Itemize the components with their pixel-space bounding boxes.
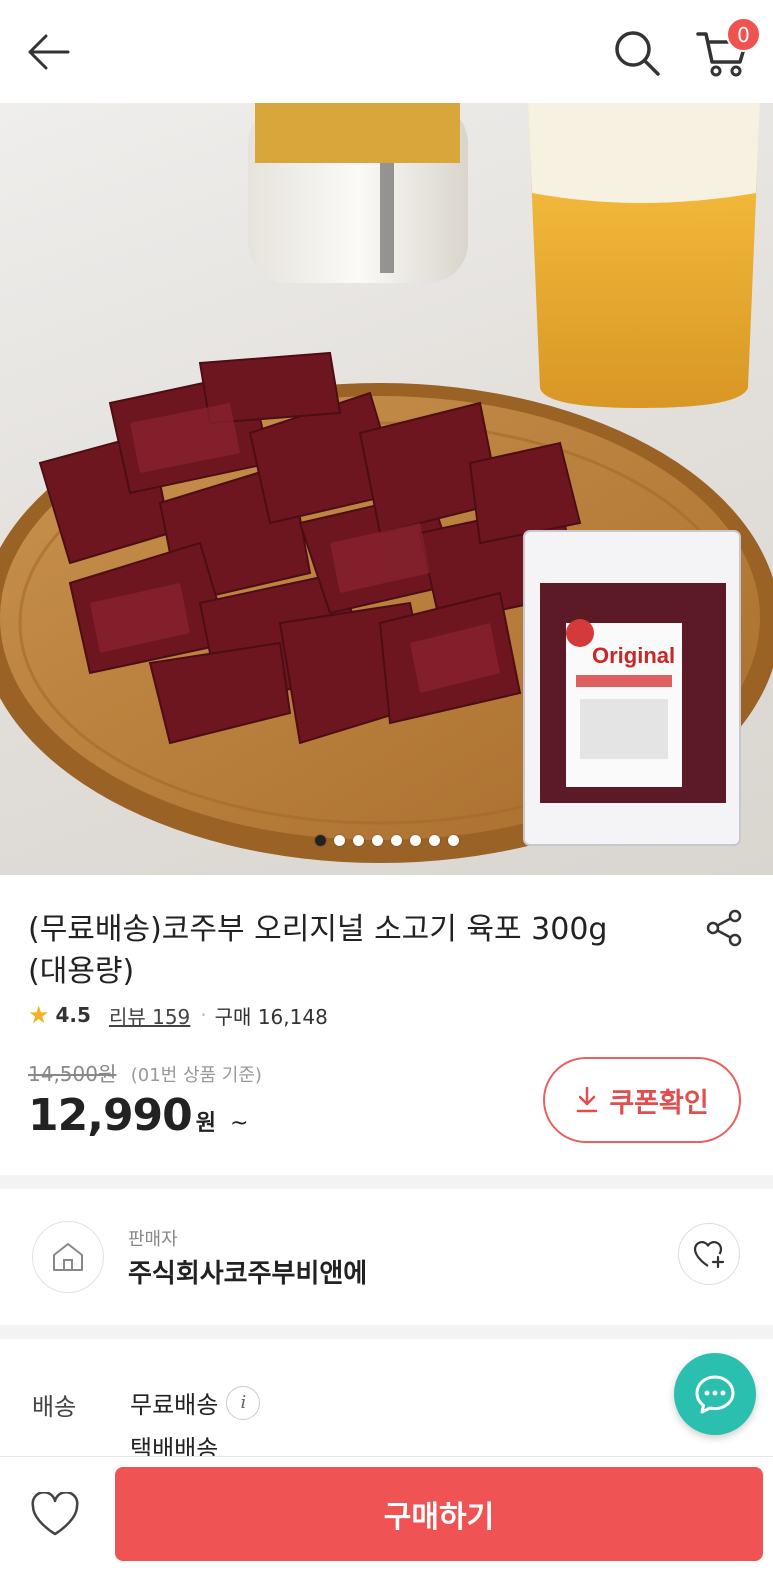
search-icon	[615, 31, 660, 76]
carousel-indicator	[0, 835, 773, 846]
seller-name[interactable]: 주식회사코주부비앤에	[128, 1253, 367, 1290]
share-button[interactable]	[702, 905, 748, 951]
product-title-line1: (무료배송)코주부 오리지널 소고기 육포 300g	[28, 912, 608, 947]
star-icon: ★	[28, 1001, 50, 1029]
shipping-section: 배송 무료배송 i 택배배송	[0, 1339, 773, 1464]
coupon-check-button[interactable]: 쿠폰확인	[543, 1057, 741, 1143]
price-unit: 원	[195, 1111, 217, 1136]
carousel-dot[interactable]	[447, 835, 459, 846]
section-divider	[0, 1175, 773, 1189]
sale-price: 12,990	[28, 1090, 193, 1141]
wishlist-button[interactable]	[22, 1485, 88, 1545]
product-image-carousel[interactable]: Original	[0, 103, 773, 875]
download-icon	[577, 1086, 598, 1113]
carousel-dot[interactable]	[409, 835, 421, 846]
product-photo: Original	[0, 103, 773, 863]
buy-button[interactable]: 구매하기	[115, 1467, 763, 1561]
carousel-dot[interactable]	[390, 835, 402, 846]
review-link[interactable]: 리뷰 159	[109, 1001, 190, 1030]
store-icon	[32, 1221, 104, 1293]
arrow-left-icon	[28, 34, 70, 70]
original-price-row: 14,500원 (01번 상품 기준)	[28, 1058, 262, 1087]
back-button[interactable]	[22, 26, 74, 78]
chat-button[interactable]	[674, 1353, 756, 1435]
heart-icon	[31, 1492, 79, 1536]
heart-plus-icon	[693, 1241, 725, 1269]
rating-value: 4.5	[55, 1003, 91, 1027]
chat-bubble-icon	[695, 1375, 735, 1414]
section-divider	[0, 1325, 773, 1339]
cart-count-badge: 0	[726, 17, 761, 52]
product-info-section: (무료배송)코주부 오리지널 소고기 육포 300g (대용량) ★ 4.5 리…	[0, 875, 773, 1175]
product-title: (무료배송)코주부 오리지널 소고기 육포 300g (대용량)	[28, 909, 688, 993]
purchase-count: 구매 16,148	[214, 1004, 328, 1029]
price-note: (01번 상품 기준)	[130, 1065, 262, 1086]
top-bar: 0	[0, 0, 773, 103]
shipping-method: 무료배송	[130, 1391, 219, 1419]
search-button[interactable]	[610, 26, 664, 80]
shipping-label: 배송	[32, 1393, 77, 1421]
share-icon	[706, 909, 742, 947]
shipping-method-row: 무료배송 i	[130, 1385, 261, 1420]
bottom-action-bar: 구매하기	[0, 1456, 773, 1574]
price-suffix: ~	[230, 1111, 249, 1136]
carousel-dot[interactable]	[371, 835, 383, 846]
svg-text:Original: Original	[592, 643, 675, 668]
separator-dot: ·	[200, 1003, 207, 1027]
carousel-dot[interactable]	[333, 835, 345, 846]
seller-label: 판매자	[128, 1229, 178, 1250]
product-title-line2: (대용량)	[28, 954, 135, 989]
rating-row: ★ 4.5 리뷰 159 · 구매 16,148	[28, 1001, 328, 1029]
original-price: 14,500원	[28, 1062, 117, 1086]
seller-section[interactable]: 판매자 주식회사코주부비앤에	[0, 1189, 773, 1325]
sale-price-row: 12,990 원 ~	[28, 1090, 248, 1141]
carousel-dot[interactable]	[428, 835, 440, 846]
info-icon[interactable]: i	[226, 1385, 261, 1420]
carousel-dot[interactable]	[352, 835, 364, 846]
carousel-dot[interactable]	[314, 835, 326, 846]
coupon-label: 쿠폰확인	[609, 1087, 709, 1119]
follow-seller-button[interactable]	[678, 1223, 740, 1285]
